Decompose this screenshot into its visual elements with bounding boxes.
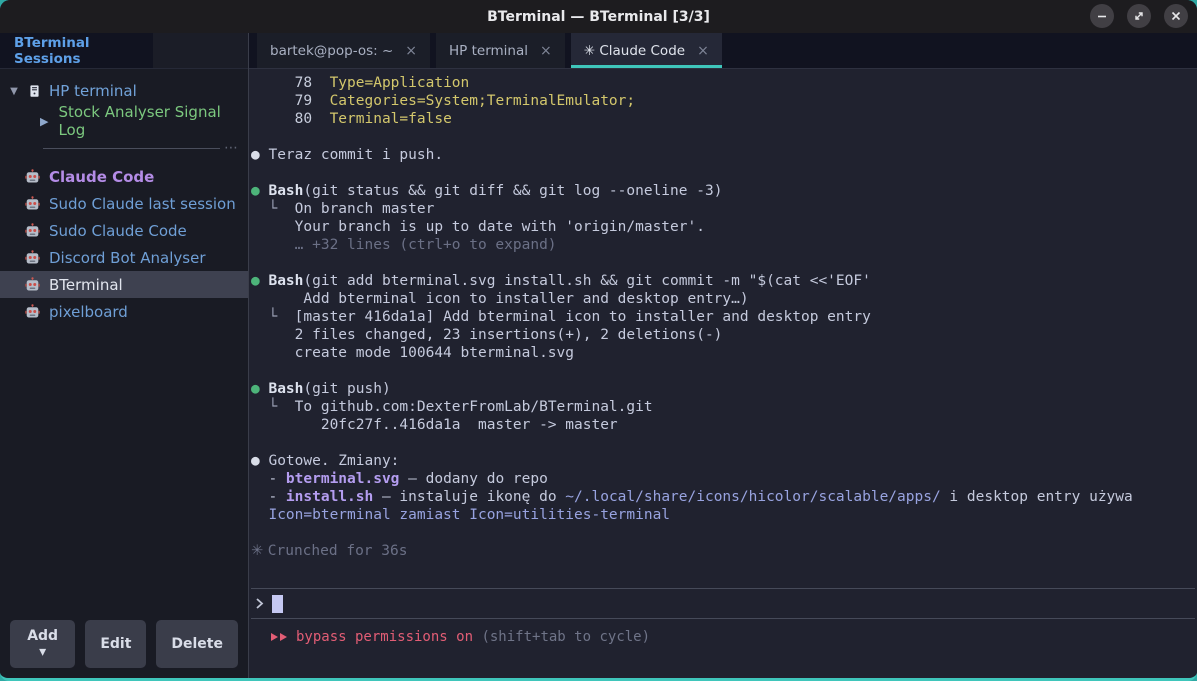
minimize-icon: [1095, 9, 1109, 23]
close-icon: [1169, 9, 1183, 23]
terminal-line: Add bterminal icon to installer and desk…: [251, 290, 1197, 308]
window-title: BTerminal — BTerminal [3/3]: [487, 9, 710, 25]
terminal-screen[interactable]: 78 Type=Application 79 Categories=System…: [249, 69, 1197, 678]
sidebar-item-sudo-claude-code[interactable]: Sudo Claude Code: [0, 217, 248, 244]
divider-dots: ⋯: [224, 145, 238, 151]
sessions-panel-label: BTerminal Sessions: [14, 35, 153, 67]
prompt-chevron-icon: [254, 596, 265, 611]
sidebar-item-pixelboard[interactable]: pixelboard: [0, 298, 248, 325]
add-button[interactable]: Add ▾: [10, 620, 75, 668]
session-list: Claude Code Sudo Claude last session Sudo …: [0, 163, 248, 325]
session-label: Sudo Claude Code: [49, 222, 187, 240]
permissions-cycle-hint: (shift+tab to cycle): [481, 628, 650, 646]
sidebar-item-discord-bot-analyser[interactable]: Discord Bot Analyser: [0, 244, 248, 271]
terminal-line: Your branch is up to date with 'origin/m…: [251, 218, 1197, 236]
chevron-down-icon[interactable]: ▼: [8, 86, 20, 97]
terminal-line: ✳ Crunched for 36s: [251, 542, 1197, 560]
terminal-line: 80 Terminal=false: [251, 110, 1197, 128]
terminal-line: create mode 100644 bterminal.svg: [251, 344, 1197, 362]
permissions-mode-text: bypass permissions on: [296, 628, 473, 646]
tree-item-label: HP terminal: [49, 82, 137, 100]
terminal-output: 78 Type=Application 79 Categories=System…: [251, 74, 1197, 560]
titlebar[interactable]: BTerminal — BTerminal [3/3]: [0, 0, 1197, 33]
robot-icon: [25, 304, 40, 320]
tab-bartek-pop-os[interactable]: bartek@pop-os: ~ ×: [257, 33, 430, 68]
sidebar-divider: ⋯: [43, 145, 238, 151]
terminal-line: ● Bash(git add bterminal.svg install.sh …: [251, 272, 1197, 290]
session-label: Claude Code: [49, 168, 154, 186]
terminal-line: [251, 128, 1197, 146]
terminal-line: 79 Categories=System;TerminalEmulator;: [251, 92, 1197, 110]
divider-line: [43, 148, 220, 149]
terminal-line: ● Teraz commit i push.: [251, 146, 1197, 164]
terminal-line: Icon=bterminal zamiast Icon=utilities-te…: [251, 506, 1197, 524]
tab-label: HP terminal: [449, 43, 528, 59]
window-body: BTerminal Sessions ▼ HP terminal ▶: [0, 33, 1197, 678]
sidebar-item-sudo-claude-last-session[interactable]: Sudo Claude last session: [0, 190, 248, 217]
terminal-line: - bterminal.svg — dodany do repo: [251, 470, 1197, 488]
terminal-line: [251, 434, 1197, 452]
robot-icon: [25, 250, 40, 266]
delete-button[interactable]: Delete: [156, 620, 238, 668]
maximize-button[interactable]: [1127, 4, 1151, 28]
tab-claude-code[interactable]: ✳ Claude Code ×: [571, 33, 722, 68]
terminal-line: ● Bash(git push): [251, 380, 1197, 398]
text-cursor: [272, 595, 283, 613]
terminal-line: └ On branch master: [251, 200, 1197, 218]
tab-hp-terminal[interactable]: HP terminal ×: [436, 33, 565, 68]
fast-forward-icon: [280, 633, 287, 641]
terminal-line: [251, 164, 1197, 182]
terminal-line: ● Gotowe. Zmiany:: [251, 452, 1197, 470]
sidebar-header: BTerminal Sessions: [0, 33, 248, 69]
session-label: pixelboard: [49, 303, 128, 321]
robot-icon: [25, 196, 40, 212]
sessions-panel-tab[interactable]: BTerminal Sessions: [0, 33, 153, 68]
terminal-line: 2 files changed, 23 insertions(+), 2 del…: [251, 326, 1197, 344]
sidebar-item-bterminal[interactable]: BTerminal: [0, 271, 248, 298]
tree-item-hp-terminal[interactable]: ▼ HP terminal: [0, 77, 248, 105]
tree-item-stock-analyser-signal-log[interactable]: ▶ Stock Analyser Signal Log: [0, 107, 248, 135]
tab-close-icon[interactable]: ×: [540, 43, 552, 59]
tab-bar: bartek@pop-os: ~×HP terminal×✳ Claude Co…: [249, 33, 1197, 69]
sessions-tree: ▼ HP terminal ▶ Stock Analyser Signal Lo…: [0, 69, 248, 325]
terminal-line: … +32 lines (ctrl+o to expand): [251, 236, 1197, 254]
window-controls: [1090, 4, 1188, 28]
play-icon: ▶: [40, 115, 48, 128]
claude-prompt-input[interactable]: [251, 588, 1195, 619]
session-label: Discord Bot Analyser: [49, 249, 205, 267]
edit-button[interactable]: Edit: [85, 620, 146, 668]
tab-close-icon[interactable]: ×: [697, 43, 709, 59]
permissions-status-bar[interactable]: bypass permissions on (shift+tab to cycl…: [251, 628, 1197, 646]
robot-icon: [25, 223, 40, 239]
terminal-line: ● Bash(git status && git diff && git log…: [251, 182, 1197, 200]
terminal-line: [251, 362, 1197, 380]
terminal-line: 20fc27f..416da1a master -> master: [251, 416, 1197, 434]
terminal-pane: bartek@pop-os: ~×HP terminal×✳ Claude Co…: [249, 33, 1197, 678]
close-button[interactable]: [1164, 4, 1188, 28]
robot-icon: [25, 169, 40, 185]
maximize-icon: [1132, 9, 1146, 23]
robot-icon: [25, 277, 40, 293]
terminal-line: └ To github.com:DexterFromLab/BTerminal.…: [251, 398, 1197, 416]
tab-label: bartek@pop-os: ~: [270, 43, 393, 59]
terminal-line: [251, 254, 1197, 272]
tab-label: ✳ Claude Code: [584, 43, 685, 59]
tree-item-label: Stock Analyser Signal Log: [58, 103, 248, 139]
minimize-button[interactable]: [1090, 4, 1114, 28]
session-label: BTerminal: [49, 276, 123, 294]
terminal-line: [251, 524, 1197, 542]
sidebar-item-claude-code[interactable]: Claude Code: [0, 163, 248, 190]
permissions-hint-text: [473, 628, 481, 646]
sidebar-buttons: Add ▾ Edit Delete: [0, 610, 248, 678]
terminal-line: - install.sh — instaluje ikonę do ~/.loc…: [251, 488, 1197, 506]
sessions-sidebar: BTerminal Sessions ▼ HP terminal ▶: [0, 33, 249, 678]
terminal-line: 78 Type=Application: [251, 74, 1197, 92]
fast-forward-icon: [271, 633, 278, 641]
bterminal-window: BTerminal — BTerminal [3/3] BTerminal Se…: [0, 0, 1197, 681]
session-label: Sudo Claude last session: [49, 195, 236, 213]
tab-close-icon[interactable]: ×: [405, 43, 417, 59]
computer-tower-icon: [28, 83, 41, 99]
terminal-line: └ [master 416da1a] Add bterminal icon to…: [251, 308, 1197, 326]
